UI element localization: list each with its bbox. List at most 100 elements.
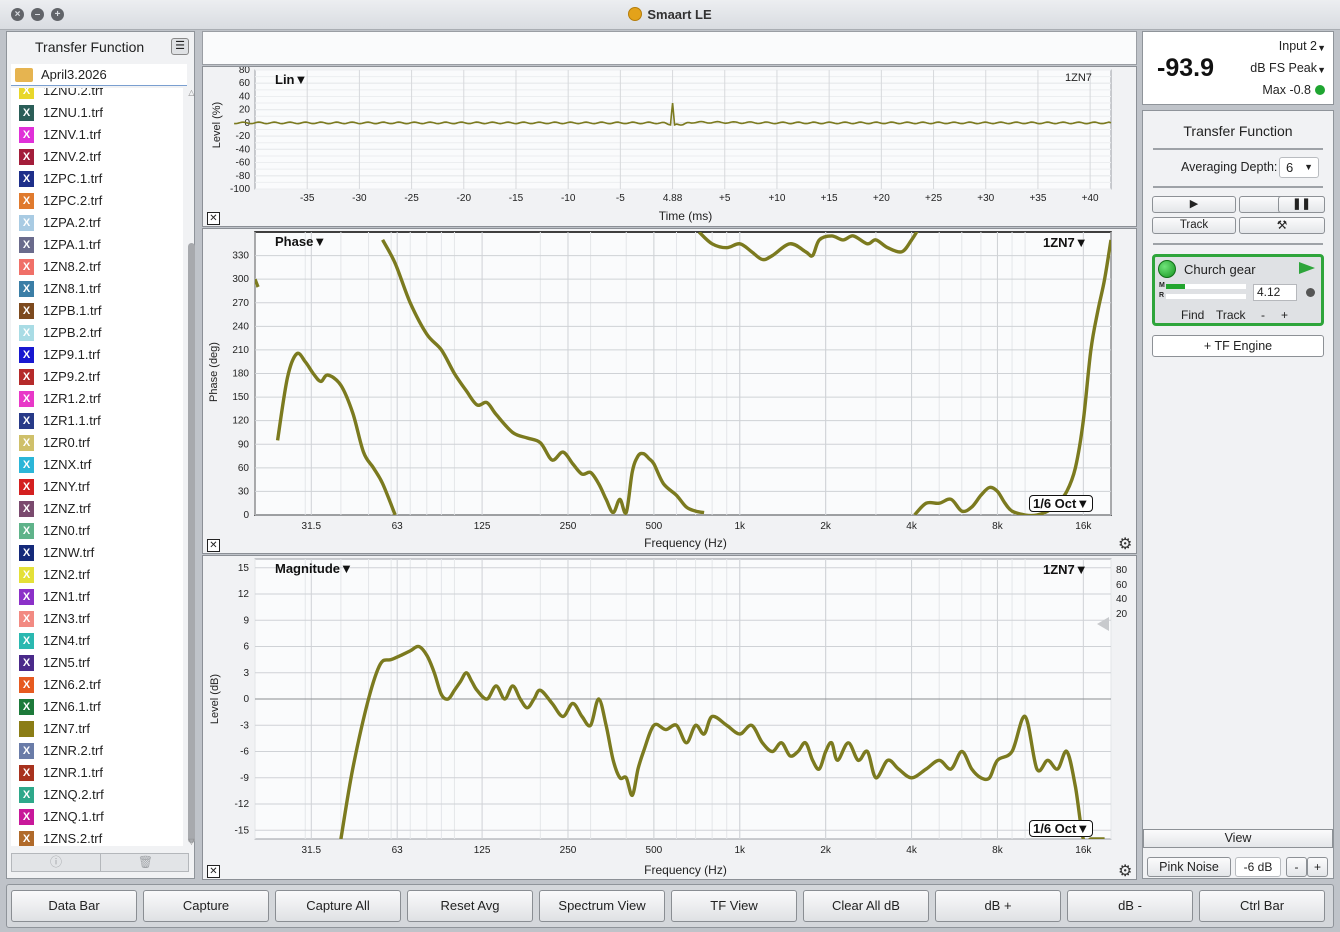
file-row[interactable]: X 1ZPC.2.trf xyxy=(11,190,183,212)
file-row[interactable]: X 1ZN0.trf xyxy=(11,520,183,542)
chevron-down-icon[interactable]: ▼ xyxy=(1317,43,1326,53)
file-row[interactable]: X 1ZR1.1.trf xyxy=(11,410,183,432)
noise-level-field[interactable]: -6 dB xyxy=(1235,857,1281,877)
folder-row[interactable]: April3.2026 xyxy=(11,64,187,86)
file-row[interactable]: X 1ZPB.1.trf xyxy=(11,300,183,322)
pause-button[interactable]: ❚❚ xyxy=(1278,196,1325,213)
x-tick-label: -15 xyxy=(509,193,524,204)
file-row[interactable]: X 1ZNV.1.trf xyxy=(11,124,183,146)
control-button-db[interactable]: dB - xyxy=(1067,890,1193,922)
view-button[interactable]: View xyxy=(1143,829,1333,848)
gear-icon[interactable]: ⚙ xyxy=(1118,861,1132,881)
magnitude-plot[interactable]: 31.5 63 125 250 500 1k 2k 4k 8k 16k 15 12 9 6 3 0 -3 -6 -9… xyxy=(202,555,1137,880)
file-name: 1ZNU.2.trf xyxy=(43,88,103,98)
control-button-reset-avg[interactable]: Reset Avg xyxy=(407,890,533,922)
play-icon[interactable] xyxy=(1299,262,1315,274)
coherence-marker-icon[interactable] xyxy=(1097,617,1109,631)
close-plot-icon[interactable]: ✕ xyxy=(207,212,220,225)
close-plot-icon[interactable]: ✕ xyxy=(207,865,220,878)
phase-smoothing-selector[interactable]: 1/6 Oct▼ xyxy=(1029,495,1094,512)
file-row[interactable]: X 1ZPA.2.trf xyxy=(11,212,183,234)
control-button-data-bar[interactable]: Data Bar xyxy=(11,890,137,922)
input-selector[interactable]: Input 2 xyxy=(1279,39,1317,53)
panel-menu-button[interactable]: ☰ xyxy=(171,38,189,55)
file-row[interactable]: X 1ZNQ.1.trf xyxy=(11,806,183,828)
control-button-clear-all-db[interactable]: Clear All dB xyxy=(803,890,929,922)
file-row[interactable]: X 1ZN2.trf xyxy=(11,564,183,586)
file-row[interactable]: X 1ZP9.2.trf xyxy=(11,366,183,388)
control-button-spectrum-view[interactable]: Spectrum View xyxy=(539,890,665,922)
averaging-select[interactable]: 6 ▼ xyxy=(1279,157,1319,178)
file-list-scrollbar[interactable]: △ ▽ xyxy=(187,88,196,846)
file-row[interactable]: X 1ZR1.2.trf xyxy=(11,388,183,410)
delay-plus-button[interactable]: + xyxy=(1281,308,1288,322)
file-row[interactable]: X 1ZNU.1.trf xyxy=(11,102,183,124)
file-row[interactable]: X 1ZNV.2.trf xyxy=(11,146,183,168)
magnitude-trace-selector[interactable]: 1ZN7▼ xyxy=(1043,562,1088,577)
magnitude-plot-label[interactable]: Magnitude▼ xyxy=(275,561,353,576)
scroll-up-icon[interactable]: △ xyxy=(187,88,196,97)
file-row[interactable]: X 1ZNX.trf xyxy=(11,454,183,476)
y-tick-label: -3 xyxy=(240,720,249,731)
file-row[interactable]: X 1ZN3.trf xyxy=(11,608,183,630)
track-delay-button[interactable]: Track xyxy=(1216,308,1246,322)
play-button[interactable]: ▶ xyxy=(1152,196,1236,213)
phase-trace-selector[interactable]: 1ZN7▼ xyxy=(1043,235,1088,250)
find-button[interactable]: Find xyxy=(1181,308,1204,322)
file-row[interactable]: X 1ZNR.2.trf xyxy=(11,740,183,762)
meter-mode-selector[interactable]: dB FS Peak xyxy=(1250,61,1317,75)
file-row[interactable]: X 1ZNY.trf xyxy=(11,476,183,498)
noise-increase-button[interactable]: + xyxy=(1307,857,1328,877)
scroll-down-icon[interactable]: ▽ xyxy=(187,837,196,846)
noise-decrease-button[interactable]: - xyxy=(1286,857,1307,877)
delete-button[interactable]: 🗑 xyxy=(101,854,190,871)
file-row[interactable]: X 1ZP9.1.trf xyxy=(11,344,183,366)
delay-minus-button[interactable]: - xyxy=(1261,308,1265,322)
file-row[interactable]: X 1ZN1.trf xyxy=(11,586,183,608)
file-row[interactable]: 1ZN7.trf xyxy=(11,718,183,740)
file-row[interactable]: X 1ZN8.1.trf xyxy=(11,278,183,300)
phase-plot[interactable]: 31.5 63 125 250 500 1k 2k 4k 8k 16k 330 300 270 240 21… xyxy=(202,228,1137,554)
impulse-plot[interactable]: 80 60 40 20 0 -20 -40 -60 -80 -100 -35 -30 -25 -20 -15… xyxy=(202,66,1137,227)
phase-x-label: Frequency (Hz) xyxy=(644,536,727,550)
file-row[interactable]: X 1ZNW.trf xyxy=(11,542,183,564)
file-row[interactable]: X 1ZNS.2.trf xyxy=(11,828,183,846)
file-row[interactable]: X 1ZN6.2.trf xyxy=(11,674,183,696)
info-button[interactable]: ⓘ xyxy=(12,854,101,871)
control-button-db[interactable]: dB + xyxy=(935,890,1061,922)
file-row[interactable]: X 1ZNU.2.trf xyxy=(11,88,183,102)
measurement-on-icon[interactable] xyxy=(1158,260,1176,278)
file-row[interactable]: X 1ZNQ.2.trf xyxy=(11,784,183,806)
file-row[interactable]: X 1ZN8.2.trf xyxy=(11,256,183,278)
scroll-thumb[interactable] xyxy=(188,243,195,843)
magnitude-smoothing-selector[interactable]: 1/6 Oct▼ xyxy=(1029,820,1094,837)
pink-noise-button[interactable]: Pink Noise xyxy=(1147,857,1231,877)
file-row[interactable]: X 1ZPB.2.trf xyxy=(11,322,183,344)
add-tf-engine-button[interactable]: + TF Engine xyxy=(1152,335,1324,357)
control-button-capture-all[interactable]: Capture All xyxy=(275,890,401,922)
file-row[interactable]: X 1ZN4.trf xyxy=(11,630,183,652)
ir-plot-label[interactable]: Lin▼ xyxy=(275,72,307,87)
phase-plot-label[interactable]: Phase▼ xyxy=(275,234,326,249)
control-button-tf-view[interactable]: TF View xyxy=(671,890,797,922)
chevron-down-icon[interactable]: ▼ xyxy=(1317,65,1326,75)
file-row[interactable]: X 1ZN6.1.trf xyxy=(11,696,183,718)
file-row[interactable]: X 1ZR0.trf xyxy=(11,432,183,454)
file-row[interactable]: X 1ZPA.1.trf xyxy=(11,234,183,256)
measurement-card[interactable]: Church gear M R 4.12 Find Track - + xyxy=(1152,254,1324,326)
file-row[interactable]: X 1ZPC.1.trf xyxy=(11,168,183,190)
file-row[interactable]: X 1ZNZ.trf xyxy=(11,498,183,520)
close-plot-icon[interactable]: ✕ xyxy=(207,539,220,552)
settings-button[interactable]: ⚒ xyxy=(1239,217,1325,234)
file-row[interactable]: X 1ZNR.1.trf xyxy=(11,762,183,784)
y-tick-label: -80 xyxy=(236,171,251,182)
file-icon: X xyxy=(19,325,34,341)
gear-icon[interactable]: ⚙ xyxy=(1118,534,1132,554)
control-button-capture[interactable]: Capture xyxy=(143,890,269,922)
file-row[interactable]: X 1ZN5.trf xyxy=(11,652,183,674)
delay-field[interactable]: 4.12 xyxy=(1253,284,1297,301)
file-list[interactable]: X 1ZNU.2.trf X 1ZNU.1.trf X 1ZNV.1.trf X 1ZNV.2… xyxy=(11,88,183,846)
control-button-ctrl-bar[interactable]: Ctrl Bar xyxy=(1199,890,1325,922)
record-icon[interactable] xyxy=(1306,288,1315,297)
track-button[interactable]: Track xyxy=(1152,217,1236,234)
